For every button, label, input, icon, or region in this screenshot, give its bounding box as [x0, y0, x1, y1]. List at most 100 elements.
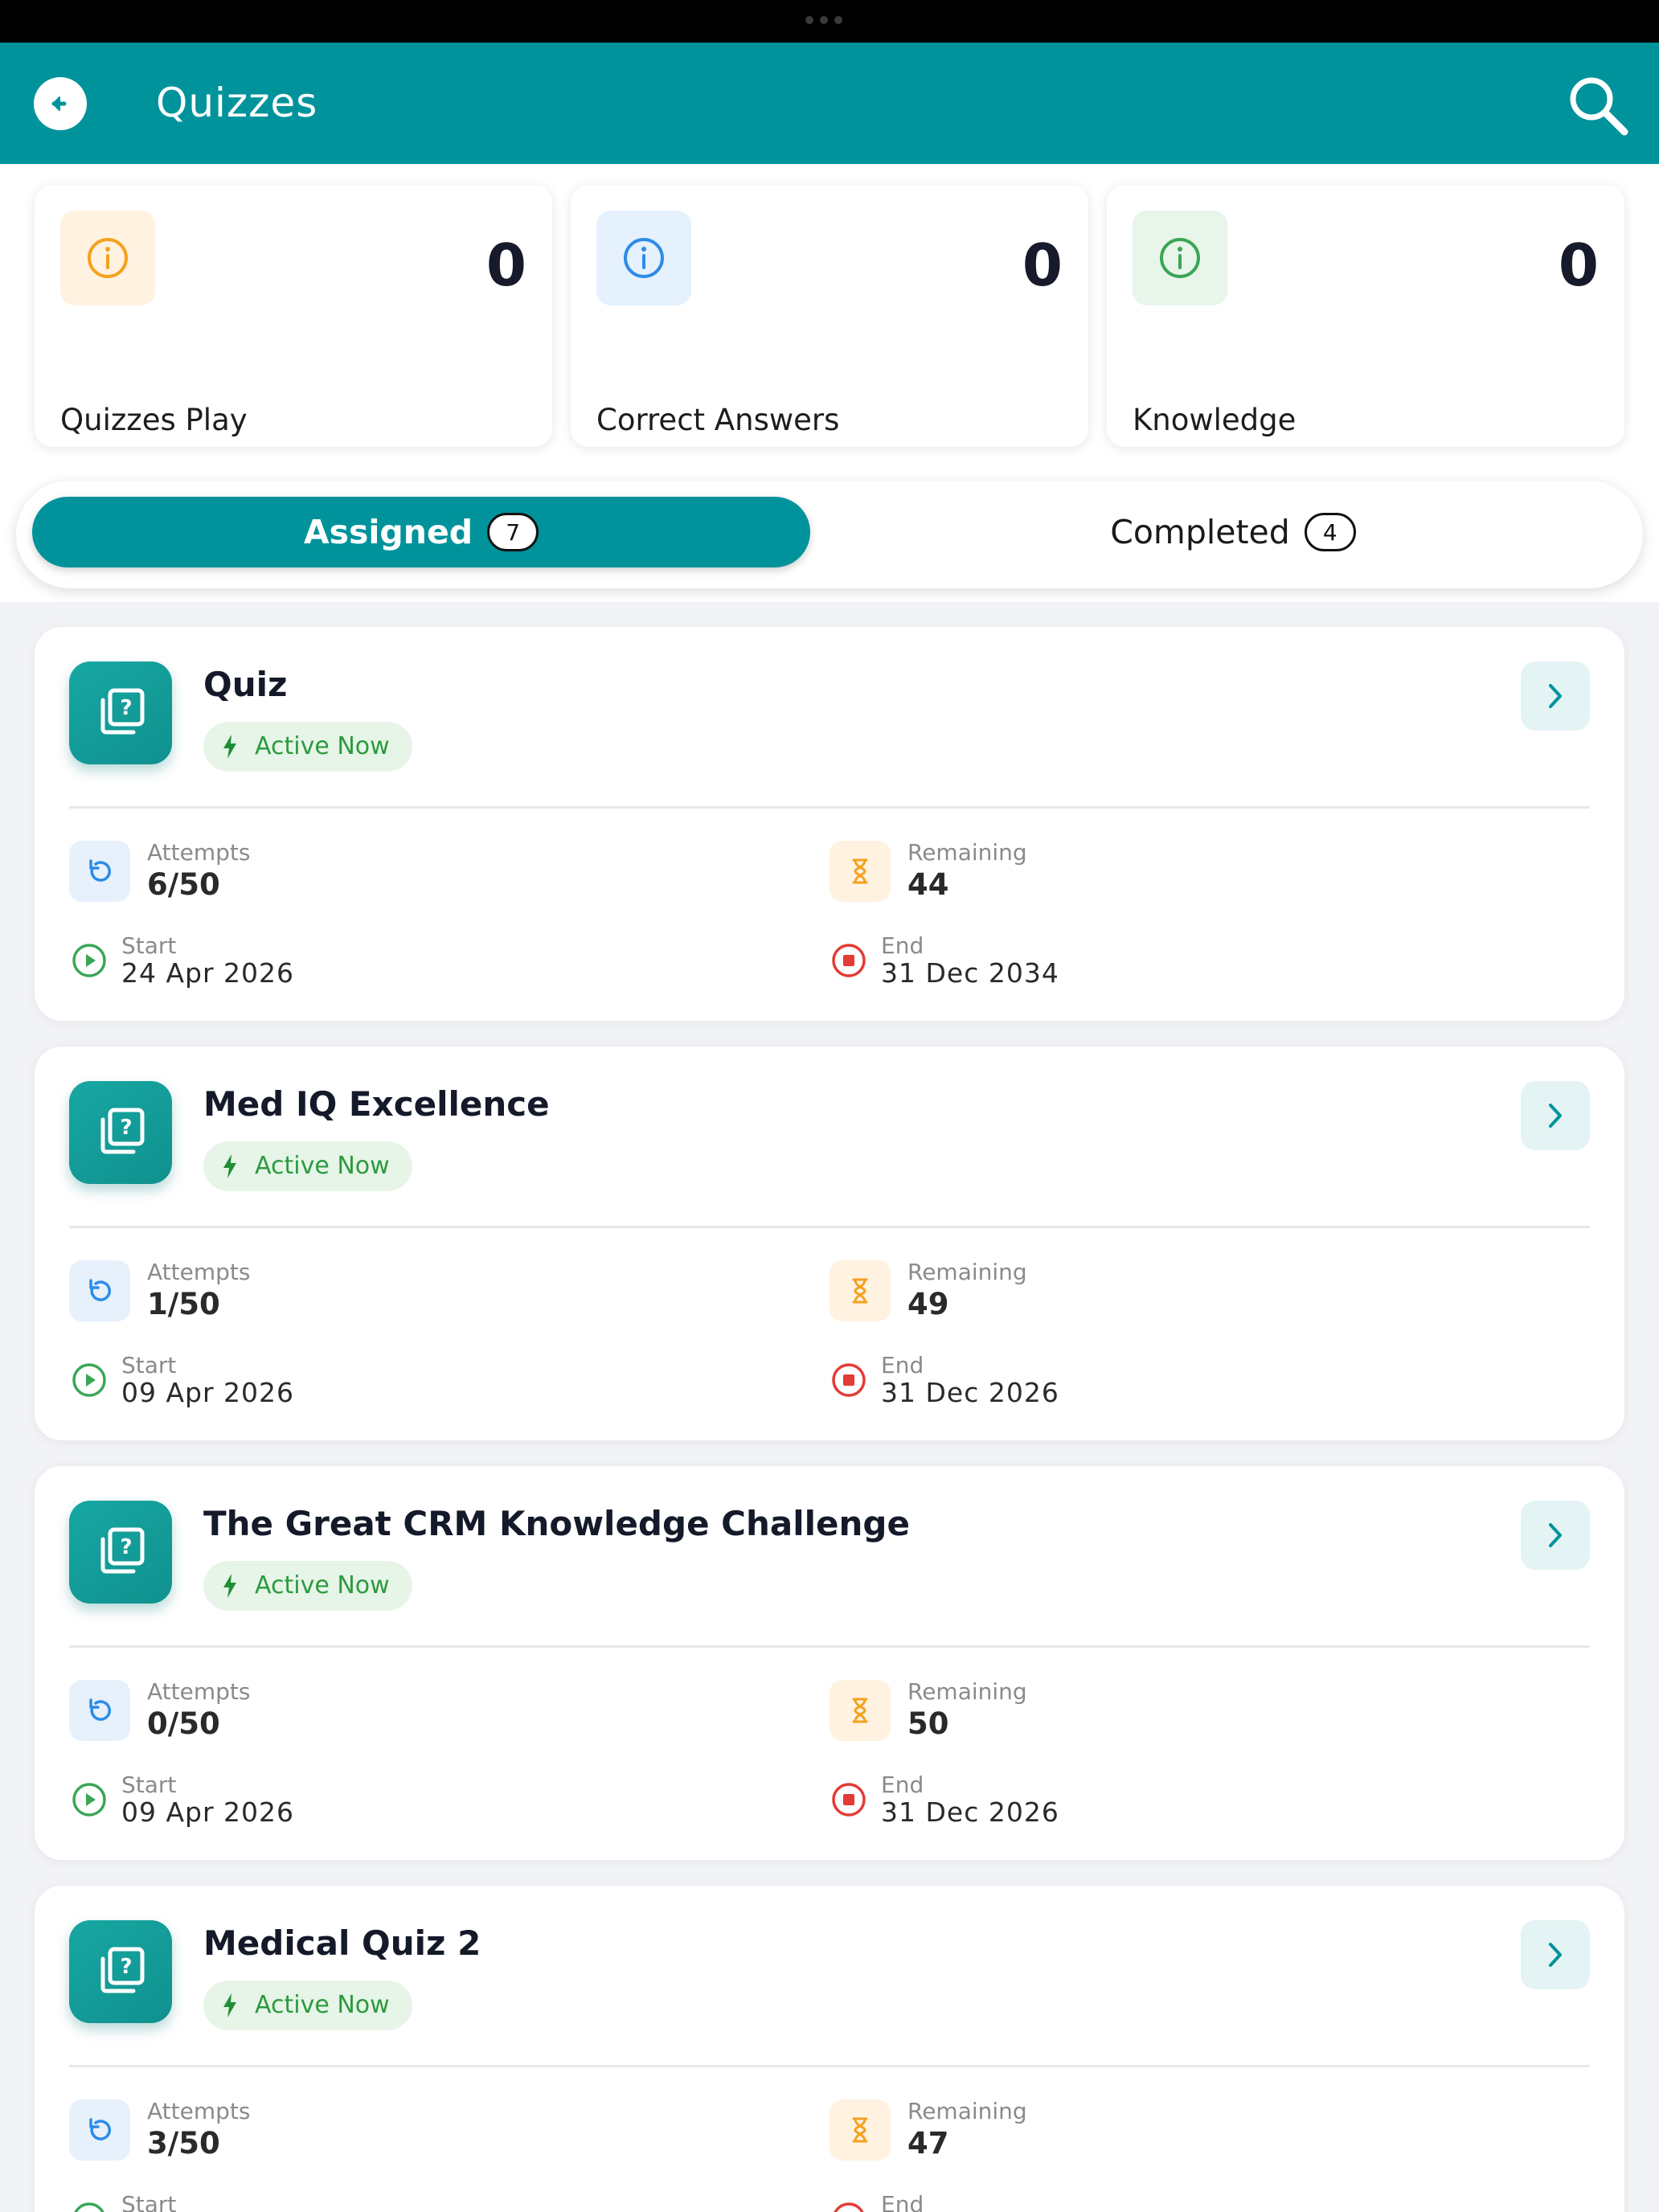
- remaining-icon-box: [830, 1680, 891, 1741]
- quiz-title: Med IQ Excellence: [203, 1084, 550, 1124]
- divider: [69, 1226, 1590, 1228]
- attempts-label: Attempts: [147, 1678, 251, 1705]
- chevron-right-icon: [1549, 684, 1562, 708]
- attempts-label: Attempts: [147, 1259, 251, 1285]
- end-date: 31 Dec 2026: [881, 1796, 1059, 1828]
- remaining-icon-box: [830, 841, 891, 902]
- end-label: End: [881, 2191, 924, 2212]
- start-date: 24 Apr 2026: [121, 957, 295, 989]
- play-circle-icon: [72, 944, 106, 977]
- remaining-label: Remaining: [907, 839, 1027, 866]
- status-text: Active Now: [255, 732, 390, 760]
- attempts-icon-box: [69, 2099, 130, 2161]
- start-label: Start: [121, 1772, 177, 1798]
- chevron-right-icon: [1549, 1104, 1562, 1128]
- attempts-value: 6/50: [147, 867, 220, 902]
- status-text: Active Now: [255, 1571, 390, 1600]
- start-date: 09 Apr 2026: [121, 1377, 295, 1408]
- refresh-icon: [89, 859, 111, 882]
- attempts-icon-box: [69, 841, 130, 902]
- remaining-label: Remaining: [907, 2098, 1027, 2124]
- info-icon: [624, 238, 664, 278]
- attempts-value: 3/50: [147, 2126, 220, 2161]
- tab-count-badge: 7: [487, 513, 539, 551]
- status-badge: Active Now: [203, 1981, 412, 2030]
- status-badge: Active Now: [203, 1141, 412, 1191]
- start-date: 09 Apr 2026: [121, 1796, 295, 1828]
- status-bar: [0, 0, 1659, 43]
- stat-label: Correct Answers: [596, 403, 840, 437]
- search-button[interactable]: [1564, 72, 1632, 139]
- remaining-value: 44: [907, 867, 949, 902]
- stop-circle-icon: [834, 2202, 864, 2212]
- open-quiz-button[interactable]: [1521, 1920, 1590, 1989]
- stat-value: 0: [485, 231, 526, 299]
- stop-circle-icon: [832, 1363, 866, 1397]
- tab-assigned[interactable]: Assigned 7: [32, 497, 810, 567]
- tab-label: Assigned: [303, 513, 473, 551]
- stop-circle-icon: [832, 1783, 866, 1817]
- end-date: 31 Dec 2026: [881, 1377, 1059, 1408]
- quiz-title: Medical Quiz 2: [203, 1923, 481, 1963]
- back-button[interactable]: [34, 77, 87, 130]
- attempts-value: 1/50: [147, 1287, 220, 1321]
- open-quiz-button[interactable]: [1521, 662, 1590, 731]
- stat-card-quizzes-play: 0 Quizzes Play: [35, 185, 552, 447]
- status-text: Active Now: [255, 1152, 390, 1180]
- start-label: Start: [121, 932, 177, 959]
- refresh-icon: [89, 1279, 111, 1301]
- attempts-label: Attempts: [147, 2098, 251, 2124]
- bolt-icon: [223, 1154, 236, 1178]
- quiz-title: The Great CRM Knowledge Challenge: [203, 1504, 910, 1543]
- remaining-icon-box: [830, 1260, 891, 1321]
- end-date: 31 Dec 2034: [881, 957, 1059, 989]
- quiz-card[interactable]: ? The Great CRM Knowledge Challenge Acti…: [35, 1466, 1624, 1860]
- quiz-card[interactable]: ? Medical Quiz 2 Active Now Attempts 3/5…: [35, 1886, 1624, 2212]
- app-bar: Quizzes: [0, 43, 1659, 164]
- quiz-tabs: Assigned 7 Completed 4: [16, 481, 1643, 588]
- info-icon: [88, 238, 128, 278]
- status-text: Active Now: [255, 1991, 390, 2019]
- remaining-icon-box: [830, 2099, 891, 2161]
- end-label: End: [881, 1352, 924, 1378]
- stat-icon-box: [1133, 211, 1227, 305]
- quiz-title: Quiz: [203, 665, 288, 704]
- stat-icon-box: [596, 211, 691, 305]
- stat-card-correct-answers: 0 Correct Answers: [571, 185, 1088, 447]
- status-badge: Active Now: [203, 722, 412, 772]
- quiz-library-icon: ?: [69, 1920, 172, 2023]
- divider: [69, 1645, 1590, 1648]
- attempts-icon-box: [69, 1260, 130, 1321]
- play-circle-icon: [74, 2202, 104, 2212]
- chevron-right-icon: [1549, 1523, 1562, 1547]
- quiz-card[interactable]: ? Med IQ Excellence Active Now Attempts …: [35, 1047, 1624, 1440]
- attempts-value: 0/50: [147, 1706, 220, 1741]
- play-circle-icon: [72, 1363, 106, 1397]
- tab-label: Completed: [1110, 513, 1290, 551]
- status-badge: Active Now: [203, 1561, 412, 1611]
- bolt-icon: [223, 1574, 236, 1598]
- stat-value: 0: [1022, 231, 1063, 299]
- arrow-left-icon: [51, 96, 67, 111]
- multitasking-dots[interactable]: [805, 16, 842, 24]
- stat-icon-box: [60, 211, 155, 305]
- chevron-right-icon: [1549, 1943, 1562, 1967]
- remaining-label: Remaining: [907, 1678, 1027, 1705]
- remaining-value: 49: [907, 1287, 949, 1321]
- svg-text:?: ?: [120, 1955, 132, 1979]
- open-quiz-button[interactable]: [1521, 1081, 1590, 1150]
- remaining-label: Remaining: [907, 1259, 1027, 1285]
- bolt-icon: [223, 735, 236, 759]
- divider: [69, 2065, 1590, 2067]
- open-quiz-button[interactable]: [1521, 1501, 1590, 1570]
- summary-section: 0 Quizzes Play 0 Correct Answers 0 Knowl…: [0, 164, 1659, 602]
- page-title: Quizzes: [156, 80, 318, 126]
- remaining-value: 47: [907, 2126, 949, 2161]
- hourglass-icon: [852, 2117, 868, 2143]
- quiz-card[interactable]: ? Quiz Active Now Attempts 6/50 Remainin…: [35, 627, 1624, 1021]
- quiz-library-icon: ?: [69, 1081, 172, 1184]
- start-label: Start: [121, 2191, 177, 2212]
- refresh-icon: [89, 1698, 111, 1721]
- quiz-library-icon: ?: [69, 1501, 172, 1604]
- tab-completed[interactable]: Completed 4: [844, 497, 1622, 567]
